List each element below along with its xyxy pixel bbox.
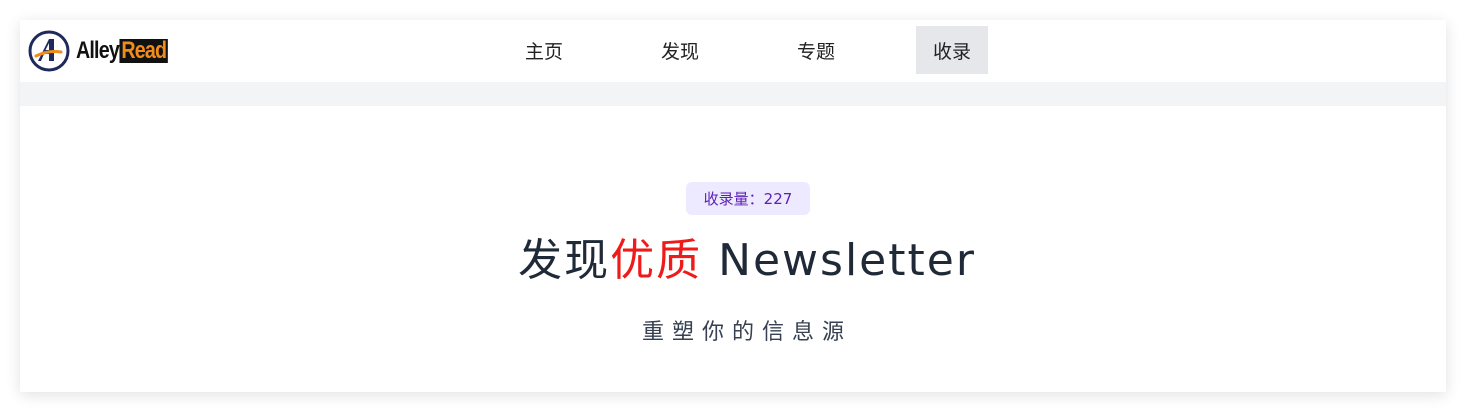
nav-item-home[interactable]: 主页 [508, 26, 580, 74]
brand-name-part1: Alley [76, 37, 120, 64]
hero-title: 发现优质 Newsletter [28, 224, 1466, 288]
brand-name: Alley Read [76, 39, 168, 63]
top-navbar: Alley Read 主页 发现 专题 收录 [20, 20, 1446, 82]
page-card: Alley Read 主页 发现 专题 收录 收录量：227 发现优质 News… [20, 20, 1446, 392]
hero-title-suffix: Newsletter [702, 235, 976, 286]
hero-title-highlight: 优质 [610, 235, 703, 286]
hero-subtitle: 重塑你的信息源 [641, 320, 852, 345]
main-nav: 主页 发现 专题 收录 [508, 26, 1052, 74]
nav-item-discover[interactable]: 发现 [644, 26, 716, 74]
alleyread-a-logo-icon [28, 30, 70, 72]
brand-name-part2: Read [119, 37, 168, 64]
nav-item-topics[interactable]: 专题 [780, 26, 852, 74]
brand-logo[interactable]: Alley Read [28, 28, 188, 74]
collection-count-badge: 收录量：227 [686, 182, 810, 215]
nav-item-collection[interactable]: 收录 [916, 26, 988, 74]
hero-section: 收录量：227 发现优质 Newsletter 重塑你的信息源 [28, 106, 1446, 392]
hero-title-prefix: 发现 [518, 235, 611, 286]
nav-divider-strip [20, 82, 1446, 106]
